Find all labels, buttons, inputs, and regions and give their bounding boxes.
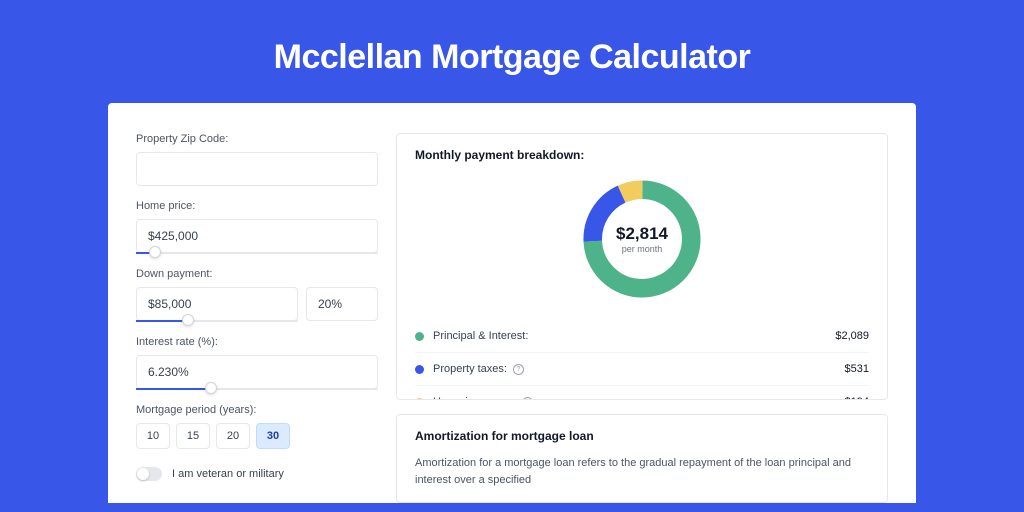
down-amount-input[interactable] — [136, 287, 298, 321]
legend-text-ins: Home insurance: — [433, 396, 516, 400]
price-input[interactable] — [136, 219, 378, 253]
dot-icon — [415, 365, 424, 374]
calculator-card: Property Zip Code: Home price: Down paym… — [108, 103, 916, 503]
price-field-block: Home price: — [136, 200, 378, 254]
results-panel: Monthly payment breakdown: $2,814 per mo… — [396, 133, 888, 503]
period-btn-10[interactable]: 10 — [136, 423, 170, 449]
legend-row-ins: Home insurance: ? $194 — [415, 386, 869, 400]
amortization-card: Amortization for mortgage loan Amortizat… — [396, 414, 888, 503]
veteran-toggle[interactable] — [136, 467, 162, 481]
down-label: Down payment: — [136, 268, 378, 280]
breakdown-card: Monthly payment breakdown: $2,814 per mo… — [396, 133, 888, 400]
zip-label: Property Zip Code: — [136, 133, 378, 145]
down-pct-input[interactable] — [306, 287, 378, 321]
period-field-block: Mortgage period (years): 10 15 20 30 — [136, 404, 378, 449]
rate-slider[interactable] — [136, 388, 378, 390]
period-btn-15[interactable]: 15 — [176, 423, 210, 449]
legend-label-tax: Property taxes: ? — [433, 363, 845, 375]
rate-field-block: Interest rate (%): — [136, 336, 378, 390]
down-slider[interactable] — [136, 320, 298, 322]
legend-text-tax: Property taxes: — [433, 363, 507, 375]
price-slider[interactable] — [136, 252, 378, 254]
down-field-block: Down payment: — [136, 268, 378, 322]
legend-row-tax: Property taxes: ? $531 — [415, 353, 869, 386]
legend-label-pi: Principal & Interest: — [433, 330, 835, 342]
down-slider-thumb[interactable] — [182, 314, 194, 326]
period-buttons: 10 15 20 30 — [136, 423, 378, 449]
legend-row-pi: Principal & Interest: $2,089 — [415, 320, 869, 353]
period-label: Mortgage period (years): — [136, 404, 378, 416]
donut-sub: per month — [622, 244, 663, 254]
page-title: Mcclellan Mortgage Calculator — [0, 0, 1024, 103]
donut-amount: $2,814 — [616, 224, 668, 244]
donut-chart-wrap: $2,814 per month — [415, 174, 869, 304]
donut-center: $2,814 per month — [577, 174, 707, 304]
veteran-label: I am veteran or military — [172, 468, 284, 480]
veteran-row: I am veteran or military — [136, 467, 378, 481]
price-slider-thumb[interactable] — [149, 246, 161, 258]
donut-chart: $2,814 per month — [577, 174, 707, 304]
info-icon[interactable]: ? — [522, 397, 533, 401]
period-btn-20[interactable]: 20 — [216, 423, 250, 449]
inputs-panel: Property Zip Code: Home price: Down paym… — [136, 133, 378, 503]
zip-field-block: Property Zip Code: — [136, 133, 378, 186]
dot-icon — [415, 398, 424, 401]
rate-label: Interest rate (%): — [136, 336, 378, 348]
period-btn-30[interactable]: 30 — [256, 423, 290, 449]
amort-text: Amortization for a mortgage loan refers … — [415, 455, 869, 488]
zip-input[interactable] — [136, 152, 378, 186]
toggle-knob — [137, 468, 149, 480]
legend-value-tax: $531 — [845, 363, 869, 375]
amort-title: Amortization for mortgage loan — [415, 429, 869, 443]
info-icon[interactable]: ? — [513, 364, 524, 375]
legend-label-ins: Home insurance: ? — [433, 396, 845, 400]
rate-input[interactable] — [136, 355, 378, 389]
legend-value-ins: $194 — [845, 396, 869, 400]
rate-slider-thumb[interactable] — [205, 382, 217, 394]
dot-icon — [415, 332, 424, 341]
legend-value-pi: $2,089 — [835, 330, 869, 342]
price-label: Home price: — [136, 200, 378, 212]
breakdown-title: Monthly payment breakdown: — [415, 148, 869, 162]
